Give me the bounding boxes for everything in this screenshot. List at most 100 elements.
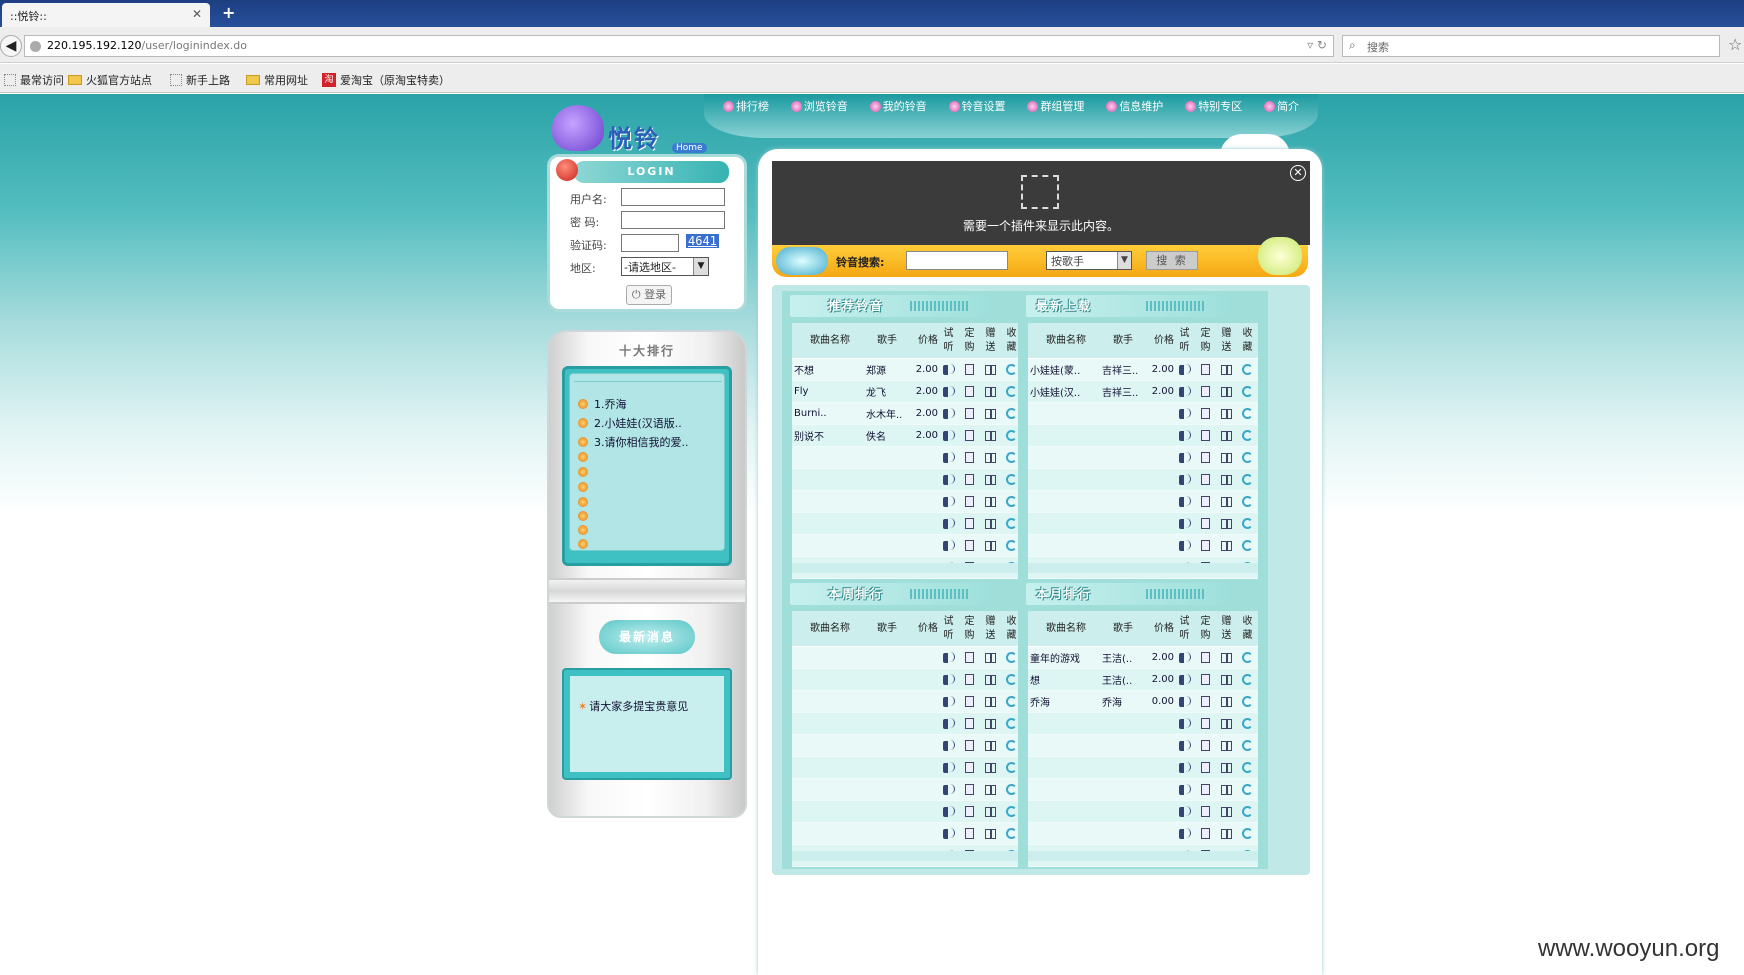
url-bar[interactable]: 220.195.192.120/user/loginindex.do ▿ ↻ xyxy=(24,35,1334,57)
favorite-icon[interactable] xyxy=(1006,828,1017,839)
gift-icon[interactable] xyxy=(985,474,996,485)
favorite-icon[interactable] xyxy=(1242,364,1253,375)
order-icon[interactable] xyxy=(965,652,974,663)
favorite-icon[interactable] xyxy=(1242,828,1253,839)
gift-icon[interactable] xyxy=(985,784,996,795)
speaker-icon[interactable] xyxy=(942,385,955,397)
order-icon[interactable] xyxy=(965,762,974,773)
favorite-icon[interactable] xyxy=(1242,740,1253,751)
gift-icon[interactable] xyxy=(985,762,996,773)
captcha-image[interactable]: 4641 xyxy=(686,234,719,248)
search-type-select[interactable]: 按歌手 ▼ xyxy=(1046,251,1132,270)
favorite-icon[interactable] xyxy=(1006,652,1017,663)
singer-name[interactable]: 佚名 xyxy=(866,428,908,443)
nav-settings[interactable]: 铃音设置 xyxy=(948,94,1006,114)
favorite-icon[interactable] xyxy=(1006,674,1017,685)
nav-groups[interactable]: 群组管理 xyxy=(1027,94,1084,114)
speaker-icon[interactable] xyxy=(942,717,955,729)
favorite-icon[interactable] xyxy=(1242,718,1253,729)
favorite-icon[interactable] xyxy=(1242,762,1253,773)
favorite-icon[interactable] xyxy=(1006,784,1017,795)
gift-icon[interactable] xyxy=(985,828,996,839)
speaker-icon[interactable] xyxy=(942,673,955,685)
speaker-icon[interactable] xyxy=(1178,827,1191,839)
favorite-icon[interactable] xyxy=(1242,430,1253,441)
gift-icon[interactable] xyxy=(985,674,996,685)
singer-name[interactable]: 乔海 xyxy=(1102,694,1144,709)
favorite-icon[interactable] xyxy=(1242,652,1253,663)
nav-about[interactable]: 简介 xyxy=(1264,94,1299,114)
favorite-icon[interactable] xyxy=(1242,784,1253,795)
order-icon[interactable] xyxy=(965,740,974,751)
favorite-icon[interactable] xyxy=(1242,696,1253,707)
home-badge[interactable]: Home xyxy=(672,143,707,153)
favorite-icon[interactable] xyxy=(1242,386,1253,397)
favorite-icon[interactable] xyxy=(1006,518,1017,529)
order-icon[interactable] xyxy=(965,474,974,485)
speaker-icon[interactable] xyxy=(942,495,955,507)
gift-icon[interactable] xyxy=(985,408,996,419)
favorite-icon[interactable] xyxy=(1006,540,1017,551)
reload-icon[interactable]: ▿ ↻ xyxy=(1307,38,1327,52)
favorite-icon[interactable] xyxy=(1242,806,1253,817)
password-field[interactable] xyxy=(621,211,725,229)
gift-icon[interactable] xyxy=(985,540,996,551)
speaker-icon[interactable] xyxy=(942,695,955,707)
speaker-icon[interactable] xyxy=(942,517,955,529)
order-icon[interactable] xyxy=(1201,784,1210,795)
bookmark-common-sites[interactable]: 常用网址 xyxy=(246,72,308,88)
bookmark-aitaobao[interactable]: 淘爱淘宝（原淘宝特卖） xyxy=(322,72,450,88)
speaker-icon[interactable] xyxy=(1178,783,1191,795)
singer-name[interactable]: 王洁(.. xyxy=(1102,650,1144,665)
favorite-icon[interactable] xyxy=(1006,452,1017,463)
search-input[interactable]: ⌕ 搜索 xyxy=(1342,35,1720,57)
speaker-icon[interactable] xyxy=(942,429,955,441)
gift-icon[interactable] xyxy=(1221,806,1232,817)
order-icon[interactable] xyxy=(1201,718,1210,729)
order-icon[interactable] xyxy=(1201,674,1210,685)
order-icon[interactable] xyxy=(965,364,974,375)
new-tab-button[interactable]: + xyxy=(222,3,235,22)
order-icon[interactable] xyxy=(965,674,974,685)
nav-my-rings[interactable]: 我的铃音 xyxy=(869,94,927,114)
login-button[interactable]: ⏻ 登录 xyxy=(626,285,672,305)
gift-icon[interactable] xyxy=(1221,408,1232,419)
list-item[interactable]: 1.乔海 xyxy=(578,396,627,412)
bookmark-star-icon[interactable]: ☆ xyxy=(1728,35,1742,54)
order-icon[interactable] xyxy=(1201,696,1210,707)
order-icon[interactable] xyxy=(1201,540,1210,551)
speaker-icon[interactable] xyxy=(1178,407,1191,419)
speaker-icon[interactable] xyxy=(1178,385,1191,397)
gift-icon[interactable] xyxy=(1221,762,1232,773)
speaker-icon[interactable] xyxy=(942,651,955,663)
speaker-icon[interactable] xyxy=(942,451,955,463)
order-icon[interactable] xyxy=(1201,474,1210,485)
favorite-icon[interactable] xyxy=(1006,496,1017,507)
gift-icon[interactable] xyxy=(1221,540,1232,551)
speaker-icon[interactable] xyxy=(942,407,955,419)
order-icon[interactable] xyxy=(1201,408,1210,419)
speaker-icon[interactable] xyxy=(1178,673,1191,685)
singer-name[interactable]: 龙飞 xyxy=(866,384,908,399)
favorite-icon[interactable] xyxy=(1242,496,1253,507)
region-select[interactable]: -请选地区- ▼ xyxy=(621,257,709,276)
gift-icon[interactable] xyxy=(1221,474,1232,485)
search-button[interactable]: 搜 索 xyxy=(1146,251,1198,270)
order-icon[interactable] xyxy=(1201,740,1210,751)
close-tab-icon[interactable]: ✕ xyxy=(192,7,202,21)
singer-name[interactable]: 吉祥三.. xyxy=(1102,362,1144,377)
song-name[interactable]: 不想 xyxy=(792,362,866,377)
favorite-icon[interactable] xyxy=(1242,540,1253,551)
favorite-icon[interactable] xyxy=(1242,674,1253,685)
nav-special[interactable]: 特别专区 xyxy=(1185,94,1242,114)
order-icon[interactable] xyxy=(1201,364,1210,375)
gift-icon[interactable] xyxy=(1221,696,1232,707)
singer-name[interactable]: 水木年.. xyxy=(866,406,908,421)
singer-name[interactable]: 郑源 xyxy=(866,362,908,377)
gift-icon[interactable] xyxy=(1221,430,1232,441)
close-icon[interactable]: ✕ xyxy=(1290,165,1306,181)
speaker-icon[interactable] xyxy=(942,473,955,485)
song-name[interactable]: 乔海 xyxy=(1028,694,1102,709)
order-icon[interactable] xyxy=(965,696,974,707)
gift-icon[interactable] xyxy=(985,718,996,729)
